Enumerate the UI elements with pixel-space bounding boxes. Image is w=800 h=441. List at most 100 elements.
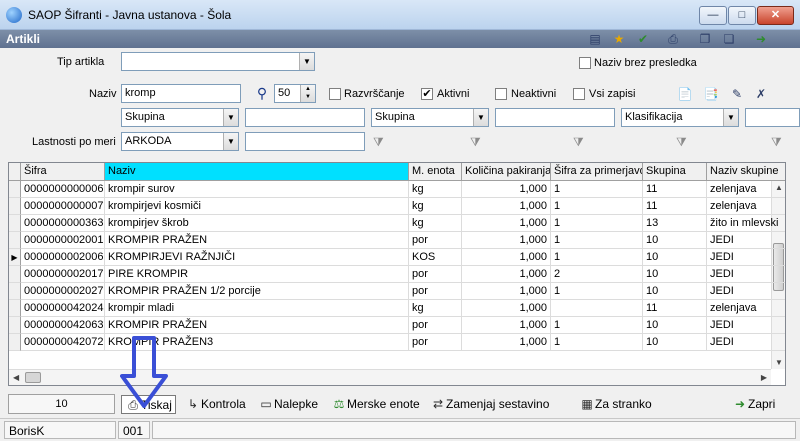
table-cell-m-enota[interactable]: kg (409, 215, 462, 232)
row-indicator[interactable] (9, 215, 21, 232)
table-cell-sifra-za-primerjavo[interactable]: 1 (551, 232, 643, 249)
copy-records-icon[interactable]: ❐ (697, 31, 713, 47)
chevron-down-icon[interactable]: ▼ (223, 109, 238, 126)
minimize-button[interactable]: — (699, 6, 727, 25)
table-cell-naziv[interactable]: PIRE KROMPIR (105, 266, 409, 283)
row-indicator[interactable] (9, 198, 21, 215)
table-cell-kolicina-pakiranja[interactable]: 1,000 (462, 317, 551, 334)
table-cell-skupina[interactable]: 10 (643, 266, 707, 283)
table-cell-kolicina-pakiranja[interactable]: 1,000 (462, 232, 551, 249)
column-header-naziv[interactable]: Naziv (105, 163, 409, 181)
table-cell-sifra[interactable]: 0000000042063 (21, 317, 105, 334)
table-cell-m-enota[interactable]: kg (409, 300, 462, 317)
filter-funnel-icon[interactable]: ⧩ (771, 135, 785, 149)
table-cell-kolicina-pakiranja[interactable]: 1,000 (462, 334, 551, 351)
table-cell-skupina[interactable]: 10 (643, 317, 707, 334)
new-record-icon[interactable]: 📄 (677, 86, 693, 102)
table-cell-naziv-skupine[interactable]: JEDI (707, 334, 785, 351)
table-cell-naziv[interactable]: KROMPIR PRAŽEN 1/2 porcije (105, 283, 409, 300)
table-cell-sifra[interactable]: 0000000002017 (21, 266, 105, 283)
filter-funnel-icon[interactable]: ⧩ (470, 135, 484, 149)
limit-stepper[interactable]: 50 ▲ ▼ (274, 84, 316, 103)
table-cell-naziv-skupine[interactable]: zelenjava (707, 181, 785, 198)
table-cell-m-enota[interactable]: por (409, 232, 462, 249)
table-cell-m-enota[interactable]: por (409, 266, 462, 283)
table-cell-naziv[interactable]: krompirjev škrob (105, 215, 409, 232)
chevron-down-icon[interactable]: ▼ (223, 133, 238, 150)
table-cell-sifra-za-primerjavo[interactable]: 1 (551, 283, 643, 300)
table-cell-naziv[interactable]: KROMPIR PRAŽEN (105, 317, 409, 334)
nalepke-button[interactable]: ▭ Nalepke (256, 395, 318, 414)
table-cell-m-enota[interactable]: kg (409, 198, 462, 215)
table-cell-kolicina-pakiranja[interactable]: 1,000 (462, 198, 551, 215)
table-cell-m-enota[interactable]: por (409, 283, 462, 300)
table-cell-sifra[interactable]: 0000000042024 (21, 300, 105, 317)
column-header-kolicina-pakiranja[interactable]: Količina pakiranja (462, 163, 551, 181)
lastnosti-text[interactable] (245, 132, 365, 151)
scroll-left-icon[interactable]: ◀ (13, 373, 19, 382)
za-stranko-button[interactable]: ▦ Za stranko (577, 395, 651, 414)
zapri-button[interactable]: ➜ Zapri (730, 395, 775, 414)
table-cell-skupina[interactable]: 10 (643, 232, 707, 249)
search-icon[interactable]: ⚲ (254, 85, 270, 101)
table-cell-sifra-za-primerjavo[interactable]: 1 (551, 317, 643, 334)
filter-funnel-icon[interactable]: ⧩ (373, 135, 387, 149)
skupina2-text[interactable] (495, 108, 615, 127)
row-indicator[interactable] (9, 283, 21, 300)
table-cell-naziv-skupine[interactable]: JEDI (707, 317, 785, 334)
table-cell-kolicina-pakiranja[interactable]: 1,000 (462, 249, 551, 266)
document-check-icon[interactable]: ✔ (635, 31, 651, 47)
row-indicator[interactable] (9, 300, 21, 317)
table-cell-kolicina-pakiranja[interactable]: 1,000 (462, 283, 551, 300)
table-cell-m-enota[interactable]: por (409, 334, 462, 351)
table-cell-m-enota[interactable]: KOS (409, 249, 462, 266)
table-cell-sifra-za-primerjavo[interactable]: 1 (551, 249, 643, 266)
column-header-naziv-skupine[interactable]: Naziv skupine (707, 163, 785, 181)
column-header-sifra-za-primerjavo[interactable]: Šifra za primerjavo (551, 163, 643, 181)
tip-artikla-combo[interactable]: ▼ (121, 52, 315, 71)
paste-records-icon[interactable]: ❏ (721, 31, 737, 47)
vsi-zapisi-checkbox[interactable] (573, 88, 585, 100)
table-cell-skupina[interactable]: 10 (643, 283, 707, 300)
skupina1-combo[interactable]: Skupina ▼ (121, 108, 239, 127)
row-indicator[interactable] (9, 317, 21, 334)
table-cell-skupina[interactable]: 10 (643, 334, 707, 351)
scroll-down-icon[interactable]: ▼ (775, 358, 783, 367)
copy-record-icon[interactable]: 📑 (703, 86, 719, 102)
aktivni-checkbox[interactable]: ✔ (421, 88, 433, 100)
table-cell-skupina[interactable]: 11 (643, 198, 707, 215)
table-cell-kolicina-pakiranja[interactable]: 1,000 (462, 181, 551, 198)
column-header-sifra[interactable]: Šifra (21, 163, 105, 181)
klasifikacija-combo[interactable]: Klasifikacija ▼ (621, 108, 739, 127)
table-cell-naziv-skupine[interactable]: JEDI (707, 266, 785, 283)
table-cell-sifra-za-primerjavo[interactable]: 1 (551, 334, 643, 351)
table-cell-naziv[interactable]: KROMPIR PRAŽEN3 (105, 334, 409, 351)
spin-arrows-icon[interactable]: ▲ ▼ (300, 85, 315, 102)
table-cell-skupina[interactable]: 10 (643, 249, 707, 266)
table-cell-sifra-za-primerjavo[interactable]: 1 (551, 215, 643, 232)
articles-grid[interactable]: ▲ ▼ ◀ ▶ Šifra Naziv M. enota Količina pakir… (8, 162, 786, 386)
row-indicator[interactable] (9, 181, 21, 198)
table-cell-naziv-skupine[interactable]: žito in mlevski (707, 215, 785, 232)
chevron-down-icon[interactable]: ▼ (299, 53, 314, 70)
table-cell-naziv[interactable]: KROMPIRJEVI RAŽNJIČI (105, 249, 409, 266)
table-cell-sifra[interactable]: 0000000042072 (21, 334, 105, 351)
naziv-search-input[interactable]: kromp (121, 84, 241, 103)
table-cell-m-enota[interactable]: kg (409, 181, 462, 198)
naziv-brez-presledka-checkbox[interactable] (579, 57, 591, 69)
table-cell-naziv-skupine[interactable]: zelenjava (707, 300, 785, 317)
table-cell-sifra[interactable]: 0000000002006 (21, 249, 105, 266)
table-cell-sifra[interactable]: 0000000002001 (21, 232, 105, 249)
table-cell-m-enota[interactable]: por (409, 317, 462, 334)
edit-record-icon[interactable]: ✎ (729, 86, 745, 102)
table-cell-sifra[interactable]: 0000000000363 (21, 215, 105, 232)
horizontal-scrollbar[interactable]: ◀ ▶ (9, 369, 771, 385)
maximize-button[interactable]: □ (728, 6, 756, 25)
horizontal-scroll-thumb[interactable] (25, 372, 41, 383)
chevron-down-icon[interactable]: ▼ (723, 109, 738, 126)
table-cell-skupina[interactable]: 11 (643, 300, 707, 317)
table-cell-naziv-skupine[interactable]: JEDI (707, 232, 785, 249)
merske-enote-button[interactable]: ⚖ Merske enote (329, 395, 420, 414)
table-cell-sifra[interactable]: 0000000000006 (21, 181, 105, 198)
filter-funnel-icon[interactable]: ⧩ (676, 135, 690, 149)
